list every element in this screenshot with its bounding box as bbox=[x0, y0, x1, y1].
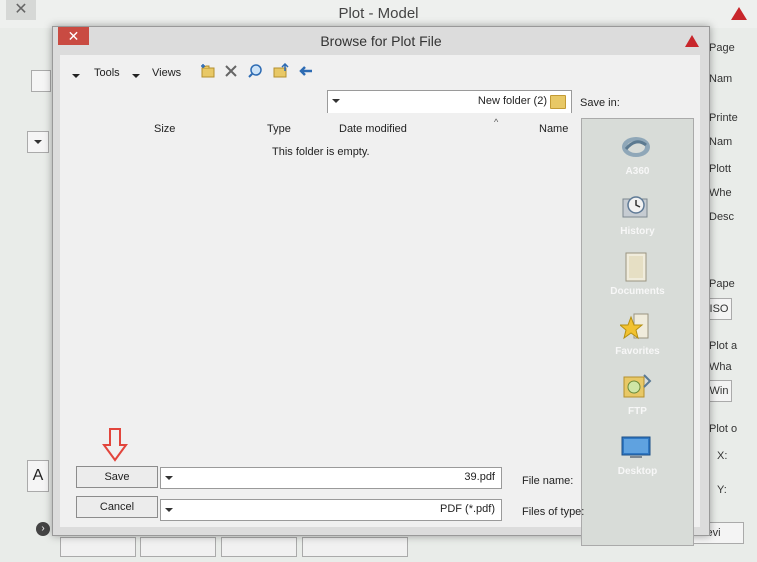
history-icon bbox=[622, 196, 648, 218]
dialog-title: Browse for Plot File bbox=[320, 33, 442, 49]
page-setup-name-label: Nam bbox=[709, 73, 733, 85]
page-setup-label: Page bbox=[709, 42, 735, 54]
empty-folder-message: This folder is empty. bbox=[272, 146, 370, 158]
bottom-button-3[interactable] bbox=[221, 537, 297, 557]
offset-x-label: X: bbox=[717, 450, 728, 462]
views-menu[interactable]: Views bbox=[152, 67, 181, 79]
plotter-label: Plott bbox=[709, 163, 732, 175]
places-bar: A360 History Documents Favorites FTP Des… bbox=[581, 118, 694, 546]
file-name-dropdown-arrow[interactable] bbox=[165, 476, 173, 480]
plot-window-titlebar: ✕ Plot - Model bbox=[0, 0, 757, 28]
autocad-app-icon bbox=[731, 7, 747, 20]
file-type-label: Files of type: bbox=[522, 506, 585, 518]
printer-label: Printe bbox=[709, 112, 738, 124]
file-name-combo[interactable]: 39.pdf bbox=[160, 467, 502, 489]
file-type-combo[interactable]: PDF (*.pdf) bbox=[160, 499, 502, 521]
search-web-icon[interactable] bbox=[247, 63, 263, 79]
file-name-label: File name: bbox=[522, 475, 574, 487]
tools-dropdown-arrow[interactable] bbox=[72, 74, 80, 78]
delete-icon[interactable] bbox=[223, 63, 239, 79]
paper-size-preview: A bbox=[27, 460, 49, 492]
desktop-icon bbox=[621, 436, 651, 458]
bottom-button-4[interactable] bbox=[302, 537, 408, 557]
column-type[interactable]: Type bbox=[267, 123, 291, 135]
up-folder-icon[interactable] bbox=[273, 63, 289, 79]
create-folder-icon[interactable] bbox=[200, 63, 216, 79]
ftp-icon bbox=[623, 374, 652, 398]
cancel-button[interactable]: Cancel bbox=[76, 496, 158, 518]
plot-window-title: Plot - Model bbox=[338, 5, 419, 22]
tools-menu[interactable]: Tools bbox=[94, 67, 120, 79]
plot-offset-label: Plot o bbox=[709, 423, 738, 435]
column-size[interactable]: Size bbox=[154, 123, 175, 135]
save-in-label: Save in: bbox=[580, 97, 620, 109]
folder-icon bbox=[550, 95, 566, 109]
place-documents[interactable]: Documents bbox=[582, 245, 693, 303]
back-arrow-icon[interactable] bbox=[298, 63, 314, 79]
offset-y-label: Y: bbox=[717, 484, 727, 496]
place-ftp[interactable]: FTP bbox=[582, 365, 693, 423]
save-in-value: New folder (2) bbox=[477, 95, 547, 107]
column-name[interactable]: Name bbox=[539, 123, 568, 135]
save-in-dropdown-arrow[interactable] bbox=[332, 99, 340, 103]
file-type-value: PDF (*.pdf) bbox=[439, 503, 495, 515]
expand-options-icon[interactable]: › bbox=[36, 522, 50, 536]
place-label: A360 bbox=[625, 166, 650, 177]
place-label: Favorites bbox=[615, 346, 660, 357]
place-a360[interactable]: A360 bbox=[582, 125, 693, 183]
file-list-view[interactable]: Size Type Date modified ^ Name This fold… bbox=[67, 113, 572, 485]
dialog-app-icon bbox=[685, 35, 699, 47]
bottom-button-1[interactable] bbox=[60, 537, 136, 557]
description-label: Desc bbox=[709, 211, 735, 223]
what-to-plot-label: Wha bbox=[709, 361, 732, 373]
favorites-icon bbox=[620, 313, 649, 340]
page-setup-icon[interactable] bbox=[31, 70, 51, 92]
annotation-down-arrow-icon bbox=[102, 428, 128, 462]
save-in-combo[interactable]: New folder (2) bbox=[327, 90, 572, 114]
browse-plot-file-dialog: ✕ Browse for Plot File Tools Views New f… bbox=[52, 26, 710, 546]
a360-icon bbox=[622, 137, 650, 157]
printer-dropdown-arrow[interactable] bbox=[27, 131, 49, 153]
where-label: Whe bbox=[709, 187, 732, 199]
place-favorites[interactable]: Favorites bbox=[582, 305, 693, 363]
place-history[interactable]: History bbox=[582, 185, 693, 243]
file-name-input[interactable]: 39.pdf bbox=[464, 471, 495, 483]
place-label: Desktop bbox=[617, 466, 658, 477]
plot-area-label: Plot a bbox=[709, 340, 738, 352]
place-desktop[interactable]: Desktop bbox=[582, 425, 693, 483]
column-date-modified[interactable]: Date modified bbox=[339, 123, 407, 135]
sort-indicator-icon: ^ bbox=[494, 117, 499, 127]
save-button[interactable]: Save bbox=[76, 466, 158, 488]
place-label: FTP bbox=[628, 406, 647, 417]
dialog-titlebar: ✕ Browse for Plot File bbox=[53, 27, 709, 55]
views-dropdown-arrow[interactable] bbox=[132, 74, 140, 78]
place-label: Documents bbox=[610, 286, 665, 297]
documents-icon bbox=[625, 252, 647, 282]
paper-size-label: Pape bbox=[709, 278, 735, 290]
printer-name-label: Nam bbox=[709, 136, 733, 148]
bottom-button-2[interactable] bbox=[140, 537, 216, 557]
file-type-dropdown-arrow[interactable] bbox=[165, 508, 173, 512]
dialog-body: Tools Views New folder (2) Save in: Size… bbox=[60, 55, 700, 546]
place-label: History bbox=[620, 226, 655, 237]
